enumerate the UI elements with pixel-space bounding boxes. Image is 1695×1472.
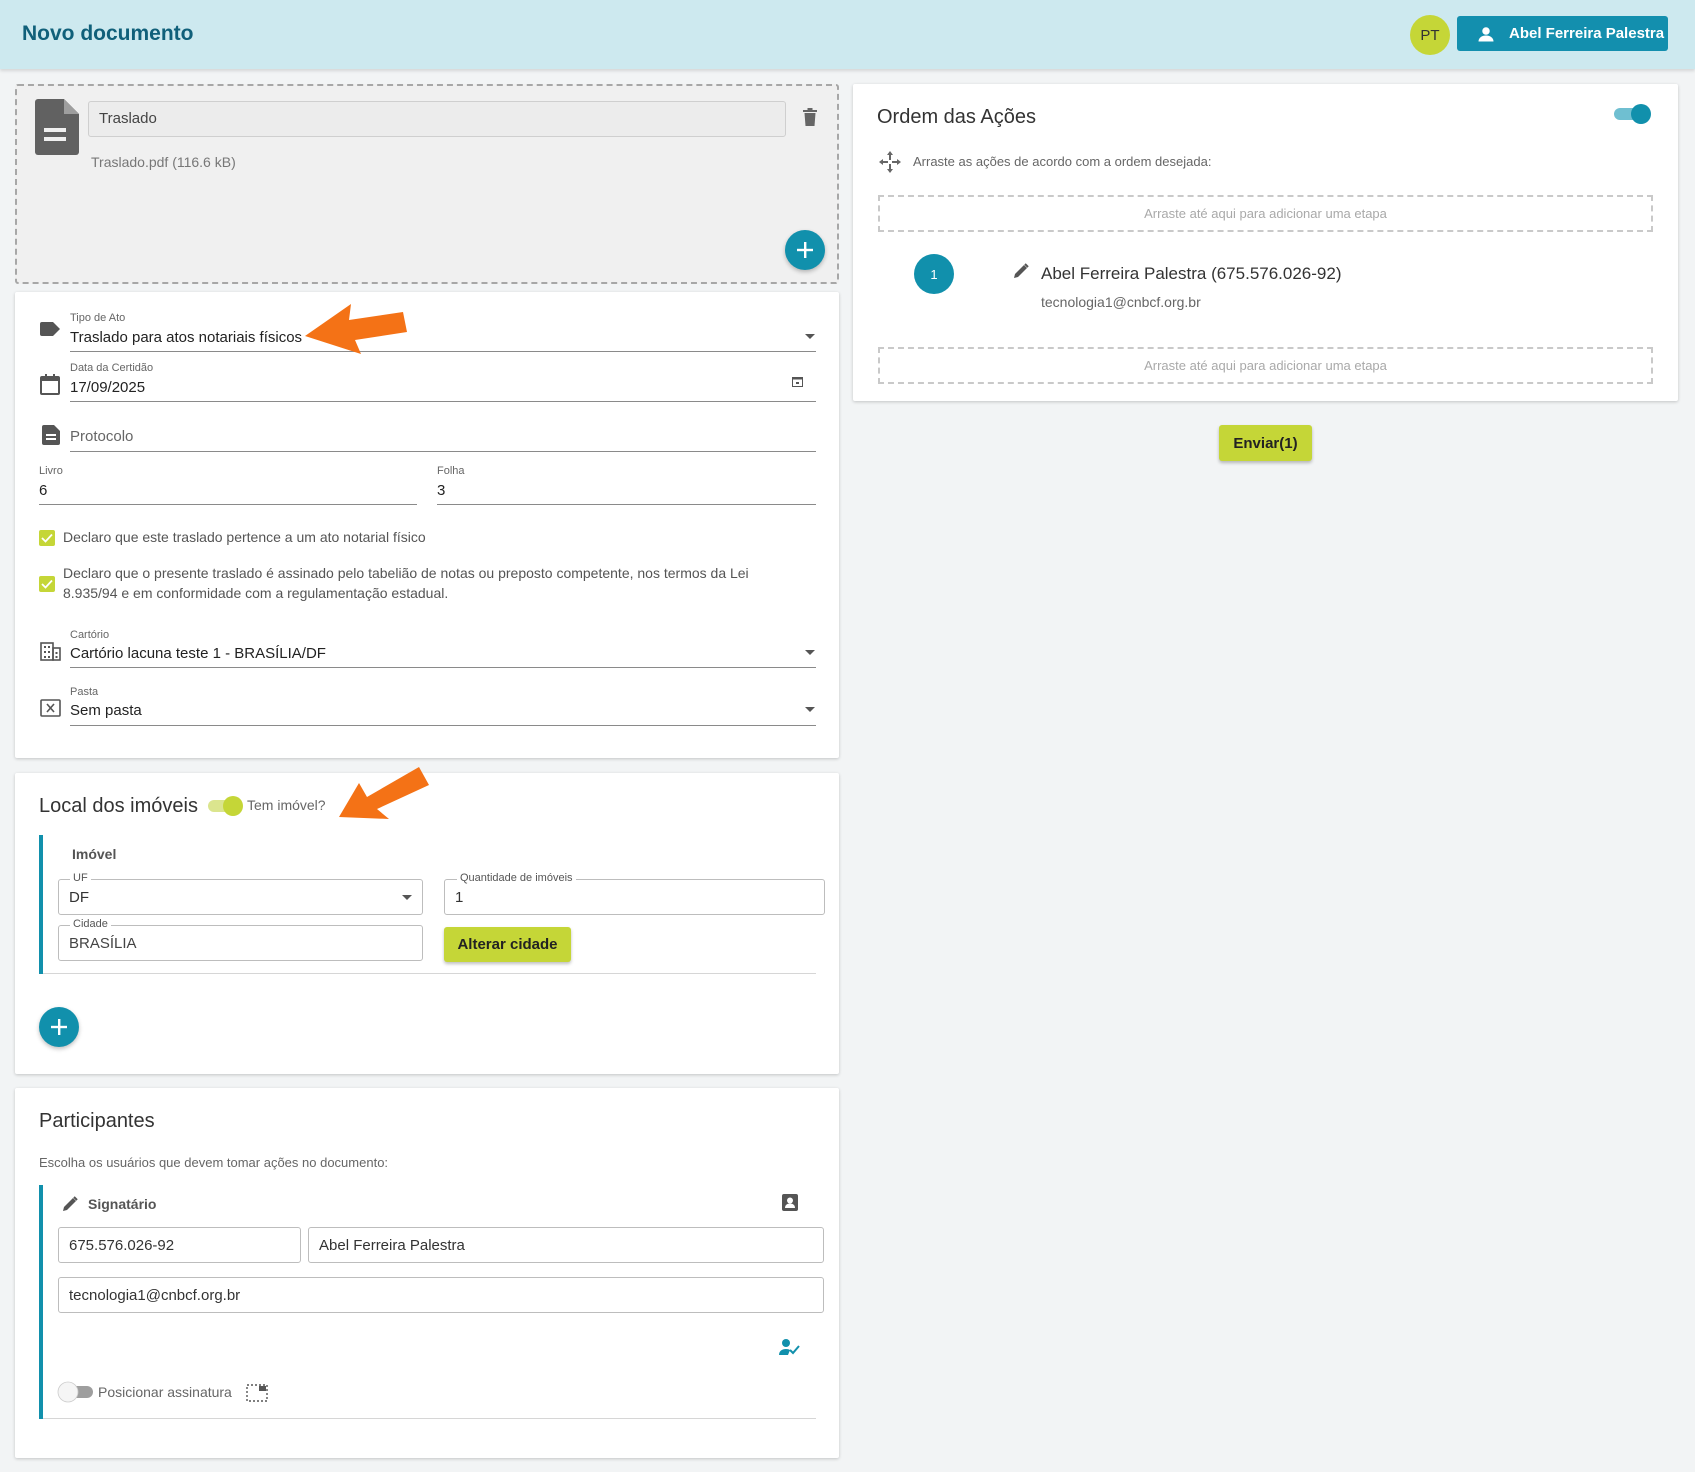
quantidade-value: 1 — [455, 888, 464, 906]
cidade-input[interactable]: BRASÍLIA — [58, 925, 423, 961]
contact-card-icon[interactable] — [782, 1194, 798, 1211]
calendar-icon — [40, 374, 60, 395]
cartorio-label: Cartório — [70, 629, 110, 641]
checkbox-ato-fisico[interactable] — [39, 530, 55, 546]
imoveis-title: Local dos imóveis — [39, 795, 198, 817]
participantes-title: Participantes — [39, 1110, 155, 1132]
label-icon — [40, 322, 60, 336]
email-value: tecnologia1@cnbcf.org.br — [69, 1286, 241, 1304]
tipo-ato-label: Tipo de Ato — [70, 312, 126, 324]
livro-input[interactable]: 6 — [39, 482, 47, 499]
cidade-value: BRASÍLIA — [69, 934, 137, 952]
protocolo-input[interactable]: Protocolo — [70, 428, 133, 445]
plus-icon — [51, 1019, 67, 1035]
dropzone-bottom[interactable]: Arraste até aqui para adicionar uma etap… — [878, 347, 1653, 384]
page-title: Novo documento — [22, 22, 194, 45]
quantidade-label: Quantidade de imóveis — [457, 872, 576, 884]
step-email: tecnologia1@cnbcf.org.br — [1041, 294, 1201, 310]
signatario-role: Signatário — [88, 1196, 157, 1212]
person-icon — [1478, 26, 1494, 41]
arrow-annotation-icon — [339, 767, 429, 819]
name-value: Abel Ferreira Palestra — [319, 1236, 465, 1254]
details-card: Tipo de Ato Traslado para atos notariais… — [15, 292, 839, 758]
participantes-subtitle: Escolha os usuários que devem tomar açõe… — [39, 1155, 389, 1170]
livro-label: Livro — [39, 465, 63, 477]
signatario-accent-bar — [39, 1185, 43, 1419]
chevron-down-icon[interactable] — [805, 334, 815, 339]
dropzone-top[interactable]: Arraste até aqui para adicionar uma etap… — [878, 195, 1653, 232]
ordem-instructions: Arraste as ações de acordo com a ordem d… — [913, 154, 1212, 169]
imovel-subheading: Imóvel — [72, 846, 117, 862]
signatario-divider — [43, 1418, 816, 1419]
plus-icon — [797, 242, 813, 258]
move-icon — [879, 151, 901, 173]
pasta-label: Pasta — [70, 686, 99, 698]
checkbox-icon — [41, 579, 53, 589]
top-bar: Novo documento PT Abel Ferreira Palestra — [0, 0, 1695, 69]
folha-input[interactable]: 3 — [437, 482, 445, 499]
tipo-ato-select[interactable]: Traslado para atos notariais físicos — [70, 329, 302, 346]
user-menu-button[interactable]: Abel Ferreira Palestra — [1457, 16, 1668, 51]
trash-icon[interactable] — [803, 108, 817, 126]
add-imovel-button[interactable] — [39, 1007, 79, 1047]
quantidade-input[interactable]: 1 — [444, 879, 825, 915]
tem-imovel-label: Tem imóvel? — [247, 797, 326, 813]
file-info: Traslado.pdf (116.6 kB) — [91, 154, 236, 170]
avatar[interactable]: PT — [1410, 15, 1450, 55]
checkbox-declaracao[interactable] — [39, 576, 55, 592]
email-input[interactable]: tecnologia1@cnbcf.org.br — [58, 1277, 824, 1313]
document-name-input[interactable]: Traslado — [88, 101, 786, 137]
tem-imovel-toggle[interactable] — [206, 795, 244, 817]
cpf-input[interactable]: 675.576.026-92 — [58, 1227, 301, 1263]
checkbox-ato-fisico-label: Declaro que este traslado pertence a um … — [63, 529, 426, 545]
posicionar-assinatura-label: Posicionar assinatura — [98, 1384, 232, 1400]
add-document-button[interactable] — [785, 230, 825, 270]
imoveis-card: Local dos imóveis Tem imóvel? Imóvel DF … — [15, 767, 839, 1074]
posicionar-assinatura-toggle[interactable] — [57, 1381, 95, 1403]
enviar-button[interactable]: Enviar(1) — [1219, 425, 1312, 461]
cpf-value: 675.576.026-92 — [69, 1236, 175, 1254]
alterar-cidade-button[interactable]: Alterar cidade — [444, 927, 571, 962]
uf-select[interactable]: DF — [58, 879, 423, 915]
cidade-label: Cidade — [70, 918, 111, 930]
chevron-down-icon[interactable] — [805, 707, 815, 712]
signature-box-icon[interactable] — [246, 1384, 268, 1402]
ordem-card: Ordem das Ações Arraste as ações de acor… — [853, 84, 1678, 401]
building-icon — [40, 642, 61, 661]
upload-area[interactable]: Traslado Traslado.pdf (116.6 kB) — [15, 84, 839, 284]
folder-x-icon — [40, 699, 61, 717]
pencil-icon — [1014, 263, 1029, 278]
calendar-small-icon[interactable] — [792, 376, 803, 387]
ordem-toggle[interactable] — [1612, 102, 1652, 126]
participantes-card: Participantes Escolha os usuários que de… — [15, 1088, 839, 1458]
checkbox-declaracao-label-line2: 8.935/94 e em conformidade com a regulam… — [63, 585, 449, 601]
cartorio-select[interactable]: Cartório lacuna teste 1 - BRASÍLIA/DF — [70, 645, 326, 662]
user-name: Abel Ferreira Palestra — [1509, 25, 1665, 42]
data-certidao-input[interactable]: 17/09/2025 — [70, 379, 145, 396]
imovel-accent-bar — [39, 835, 43, 974]
data-certidao-label: Data da Certidão — [70, 362, 154, 374]
imovel-divider — [43, 973, 816, 974]
chevron-down-icon[interactable] — [402, 895, 412, 900]
step-name[interactable]: Abel Ferreira Palestra (675.576.026-92) — [1041, 264, 1342, 284]
uf-label: UF — [70, 872, 91, 884]
checkbox-icon — [41, 533, 53, 543]
document-icon — [35, 99, 79, 155]
chevron-down-icon[interactable] — [805, 650, 815, 655]
checkbox-declaracao-label-line1: Declaro que o presente traslado é assina… — [63, 565, 749, 581]
pasta-select[interactable]: Sem pasta — [70, 702, 142, 719]
person-check-icon[interactable] — [779, 1338, 801, 1356]
uf-value: DF — [69, 888, 89, 906]
pencil-icon — [63, 1196, 78, 1211]
arrow-annotation-icon — [305, 304, 407, 354]
folha-label: Folha — [437, 465, 465, 477]
ordem-title: Ordem das Ações — [877, 106, 1036, 128]
name-input[interactable]: Abel Ferreira Palestra — [308, 1227, 824, 1263]
notes-icon — [42, 425, 60, 445]
step-number-badge: 1 — [914, 254, 954, 294]
